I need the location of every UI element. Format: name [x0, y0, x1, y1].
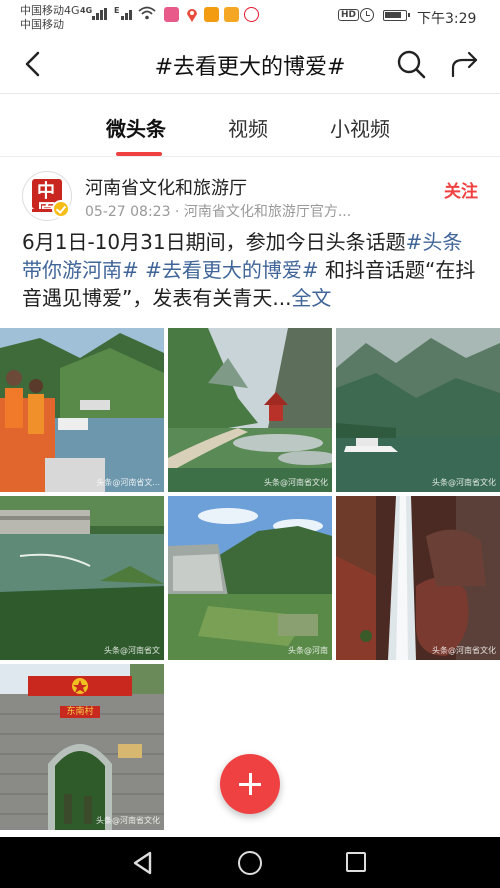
page-title: #去看更大的博爱# — [154, 55, 346, 80]
image-watermark: 头条@河南省文化 — [432, 646, 496, 655]
active-tab-indicator — [116, 152, 162, 156]
image-watermark: 头条@河南省文化 — [432, 478, 496, 487]
signal-icon — [92, 8, 108, 20]
gate-sign-text: 东南村 — [66, 707, 94, 717]
app-notification-icon-2 — [204, 7, 219, 22]
carrier-label-primary: 中国移动4G — [20, 4, 80, 17]
search-icon[interactable] — [395, 48, 427, 80]
hashtag-link-2[interactable]: #去看更大的博爱# — [145, 258, 319, 282]
expand-full-text-link[interactable]: 全文 — [291, 286, 331, 310]
tab-bar: 微头条 视频 小视频 — [0, 95, 500, 157]
carrier-label-secondary: 中国移动 — [20, 18, 64, 31]
verified-badge-icon — [52, 200, 70, 218]
battery-icon — [383, 10, 410, 21]
signal-icon-2 — [121, 8, 133, 20]
boat-tourists-photo — [0, 328, 164, 492]
image-watermark: 头条@河南省文 — [104, 646, 160, 655]
misty-lake-boat-photo — [336, 328, 500, 492]
clock: 下午3:29 — [417, 11, 477, 27]
follow-button[interactable]: 关注 — [444, 177, 478, 202]
dam-river-photo — [0, 496, 164, 660]
author-name[interactable]: 河南省文化和旅游厅 — [85, 174, 247, 200]
waterfall-rocks-photo — [336, 496, 500, 660]
gorge-pavilion-photo — [168, 328, 332, 492]
hd-badge: HD — [338, 9, 360, 21]
image-misty-lake[interactable]: 头条@河南省文化 — [336, 328, 500, 492]
image-watermark: 头条@河南省文... — [96, 478, 160, 487]
title-bar: #去看更大的博爱# — [0, 34, 500, 94]
nav-recents-icon[interactable] — [346, 852, 366, 872]
image-watermark: 头条@河南 — [288, 646, 328, 655]
app-notification-icon-3 — [224, 7, 239, 22]
share-icon[interactable] — [449, 48, 481, 80]
add-post-button[interactable] — [220, 754, 280, 814]
post-meta: 05-27 08:23 · 河南省文化和旅游厅官方... — [85, 204, 352, 220]
reservoir-dam-photo — [168, 496, 332, 660]
image-reservoir-dam[interactable]: 头条@河南 — [168, 496, 332, 660]
tab-weitoutiao[interactable]: 微头条 — [106, 113, 166, 142]
tab-short-video[interactable]: 小视频 — [330, 113, 390, 142]
nav-back-icon[interactable] — [130, 850, 156, 876]
tab-video[interactable]: 视频 — [228, 113, 268, 142]
image-stone-gate[interactable]: 东南村 头条@河南省文化 — [0, 664, 164, 830]
image-dam-river[interactable]: 头条@河南省文 — [0, 496, 164, 660]
app-notification-icon — [164, 7, 179, 22]
image-boat-tourists[interactable]: 头条@河南省文... — [0, 328, 164, 492]
network-type-e: E — [114, 6, 120, 15]
post-text-part-1: 6月1日-10月31日期间，参加今日头条话题 — [22, 230, 406, 254]
back-arrow-icon[interactable] — [20, 50, 48, 78]
image-watermark: 头条@河南省文化 — [96, 816, 160, 825]
network-type-4g: 4G — [80, 6, 93, 15]
post-text: 6月1日-10月31日期间，参加今日头条话题#头条带你游河南# #去看更大的博爱… — [22, 228, 482, 312]
image-gorge-pavilion[interactable]: 头条@河南省文化 — [168, 328, 332, 492]
wifi-icon — [138, 6, 156, 20]
weibo-icon — [244, 7, 259, 22]
stone-gate-photo — [0, 664, 164, 830]
nav-home-icon[interactable] — [238, 851, 262, 875]
status-bar: 中国移动4G 中国移动 4G E HD 下午3:29 — [0, 0, 500, 34]
image-watermark: 头条@河南省文化 — [264, 478, 328, 487]
image-waterfall[interactable]: 头条@河南省文化 — [336, 496, 500, 660]
system-nav-bar — [0, 837, 500, 888]
location-icon — [187, 9, 197, 22]
alarm-icon — [360, 8, 374, 22]
